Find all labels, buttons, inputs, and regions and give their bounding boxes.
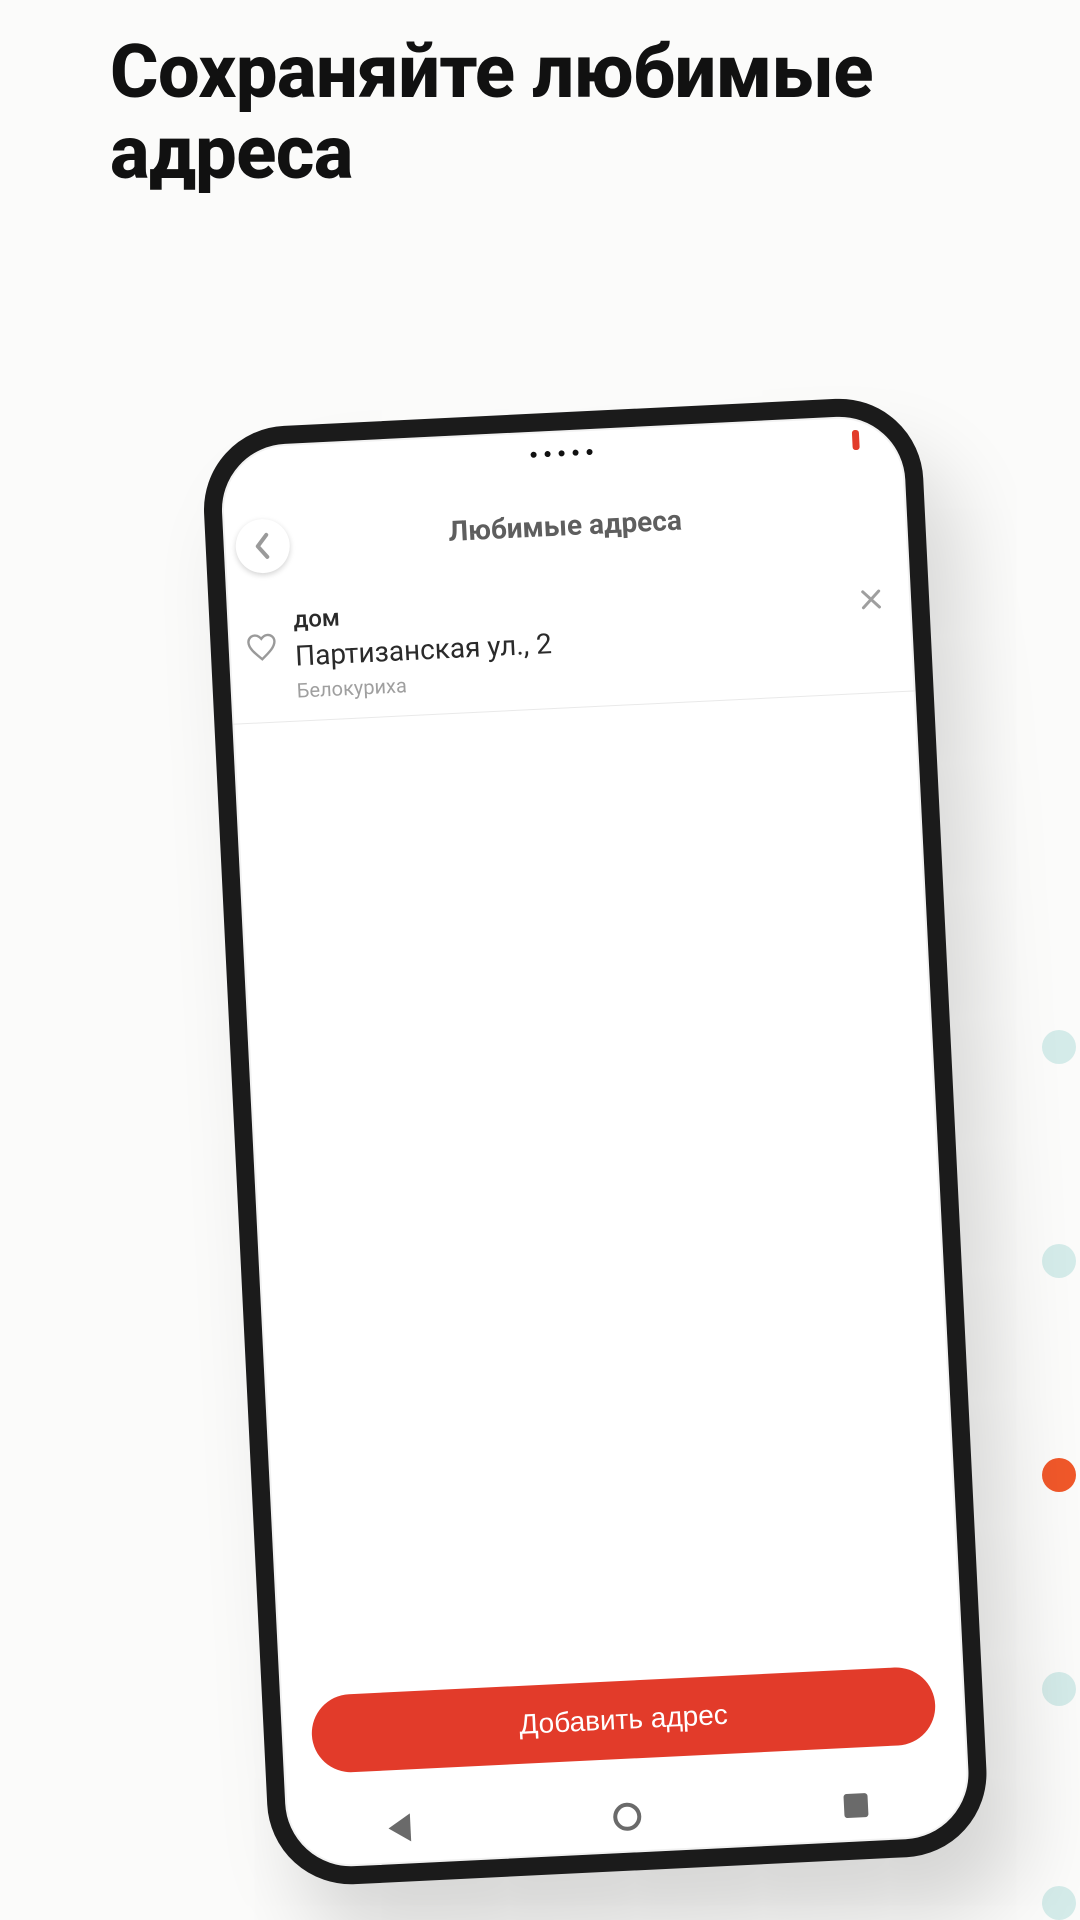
battery-low-icon: [852, 430, 860, 450]
pagination-dot[interactable]: [1042, 1886, 1076, 1920]
close-icon: [859, 587, 884, 612]
add-address-button[interactable]: Добавить адрес: [310, 1666, 937, 1774]
nav-recent-icon[interactable]: [844, 1793, 869, 1818]
chevron-left-icon: [252, 532, 273, 561]
carousel-pagination: [1042, 1030, 1076, 1920]
app-screen: Любимые адреса дом Партизанская ул., 2 Б…: [221, 458, 968, 1798]
heart-icon: [246, 633, 278, 666]
nav-back-icon[interactable]: [388, 1813, 411, 1842]
address-list: дом Партизанская ул., 2 Белокуриха: [226, 566, 915, 725]
pagination-dot-active[interactable]: [1042, 1458, 1076, 1492]
pagination-dot[interactable]: [1042, 1672, 1076, 1706]
phone-mockup: Любимые адреса дом Партизанская ул., 2 Б…: [200, 395, 990, 1888]
pagination-dot[interactable]: [1042, 1030, 1076, 1064]
title-bar: Любимые адреса: [222, 470, 909, 581]
back-button[interactable]: [234, 518, 291, 575]
address-item[interactable]: дом Партизанская ул., 2 Белокуриха: [226, 566, 915, 725]
speaker-dots-icon: [530, 449, 592, 458]
pagination-dot[interactable]: [1042, 1244, 1076, 1278]
screen-title: Любимые адреса: [448, 503, 683, 547]
nav-home-icon[interactable]: [613, 1802, 642, 1831]
remove-address-button[interactable]: [852, 581, 890, 619]
promo-headline: Сохраняйте любимые адреса: [110, 32, 1020, 195]
